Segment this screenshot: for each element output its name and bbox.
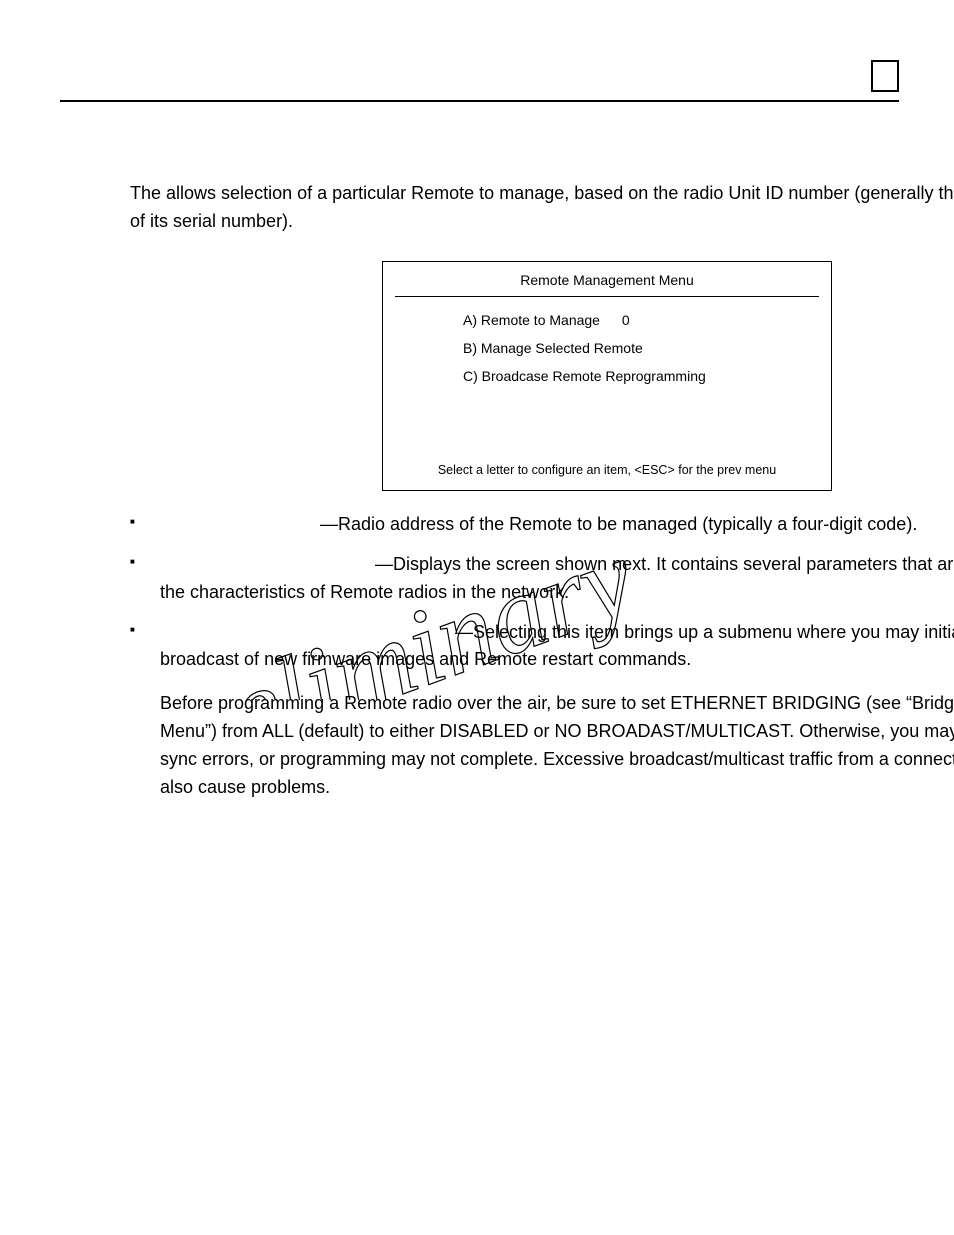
menu-item-label: A) Remote to Manage	[463, 312, 600, 328]
intro-pre: The	[130, 183, 166, 203]
menu-footer: Select a letter to configure an item, <E…	[383, 461, 831, 480]
intro-post: allows selection of a particular Remote …	[130, 183, 954, 231]
list-item: —Radio address of the Remote to be manag…	[130, 511, 954, 539]
menu-item-label: C) Broadcase Remote Reprogramming	[463, 368, 706, 384]
header-rule	[60, 100, 899, 102]
intro-paragraph: The allows selection of a particular Rem…	[130, 180, 954, 236]
menu-item: B) Manage Selected Remote	[383, 335, 831, 363]
bullet-text: —Radio address of the Remote to be manag…	[320, 514, 917, 534]
menu-screenshot: Remote Management Menu A) Remote to Mana…	[382, 261, 832, 491]
menu-item: A) Remote to Manage 0	[383, 307, 831, 335]
menu-divider	[395, 296, 819, 297]
bullet-list: —Radio address of the Remote to be manag…	[130, 511, 954, 674]
bullet-text: —Displays the screen shown next. It cont…	[160, 554, 954, 602]
list-item: —Displays the screen shown next. It cont…	[130, 551, 954, 607]
menu-item: C) Broadcase Remote Reprogramming	[383, 363, 831, 391]
menu-item-value: 0	[622, 310, 630, 332]
menu-title: Remote Management Menu	[383, 262, 831, 297]
note-paragraph: Before programming a Remote radio over t…	[130, 690, 954, 802]
menu-item-label: B) Manage Selected Remote	[463, 340, 643, 356]
bullet-text: —Selecting this item brings up a submenu…	[160, 622, 954, 670]
corner-marker	[871, 60, 899, 92]
list-item: —Selecting this item brings up a submenu…	[130, 619, 954, 675]
